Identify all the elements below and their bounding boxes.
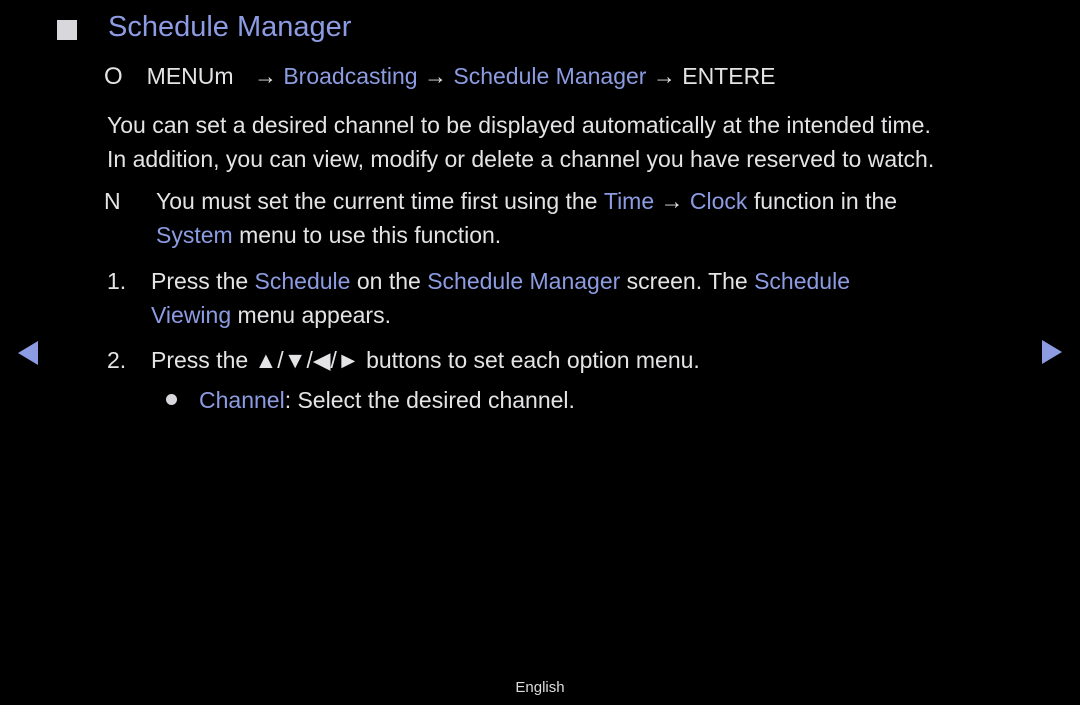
note-time: Time [603,188,655,214]
note-system: System [156,222,233,248]
note-text: You must set the current time first usin… [156,188,604,214]
note-text: function in the [747,188,898,214]
menu-label: MENUm [146,63,234,89]
intro-line-2: In addition, you can view, modify or del… [107,146,935,172]
next-page-icon[interactable] [1042,340,1062,364]
note-text: menu to use this function. [232,222,502,248]
arrow-icon: → [652,63,676,89]
note-line-2: System menu to use this function. [156,222,501,249]
step-text: Press the [151,268,255,294]
arrow-icon: → [654,188,690,214]
footer-language: English [515,679,565,696]
step-1-line-2: Viewing menu appears. [151,302,391,329]
bullet-channel-label: Channel [199,387,285,413]
bullet-dot-icon [166,394,177,406]
step-1-line-1: Press the Schedule on the Schedule Manag… [151,268,850,295]
note-line-1: You must set the current time first usin… [156,188,897,215]
step-viewing: Viewing [151,302,232,328]
page-title: Schedule Manager [108,11,352,43]
note-clock: Clock [689,188,748,214]
step-text: menu appears. [231,302,391,328]
step-number: 1. [107,268,127,294]
step-schedule-2: Schedule [754,268,851,294]
menu-path: O MENUm → Broadcasting → Schedule Manager… [104,63,776,91]
menu-path-broadcasting[interactable]: Broadcasting [283,63,417,89]
step-number: 2. [107,347,127,373]
intro-line-1: You can set a desired channel to be disp… [107,112,931,138]
arrow-icon: → [253,63,277,89]
step-text: on the [350,268,428,294]
step-2-text: Press the ▲/▼/◀/► buttons to set each op… [151,347,700,373]
arrow-icon: → [423,63,447,89]
step-schedule-manager: Schedule Manager [427,268,621,294]
note-marker-icon: N [104,188,121,214]
menu-path-schedule-manager[interactable]: Schedule Manager [453,63,646,89]
title-marker-square-icon [57,20,77,40]
menu-o-icon: O [104,63,123,90]
bullet-item-channel: Channel: Select the desired channel. [166,387,575,414]
enter-label: ENTERE [682,63,776,89]
previous-page-icon[interactable] [18,341,38,365]
step-schedule: Schedule [254,268,351,294]
step-text: screen. The [620,268,755,294]
bullet-text: : Select the desired channel. [284,387,575,413]
